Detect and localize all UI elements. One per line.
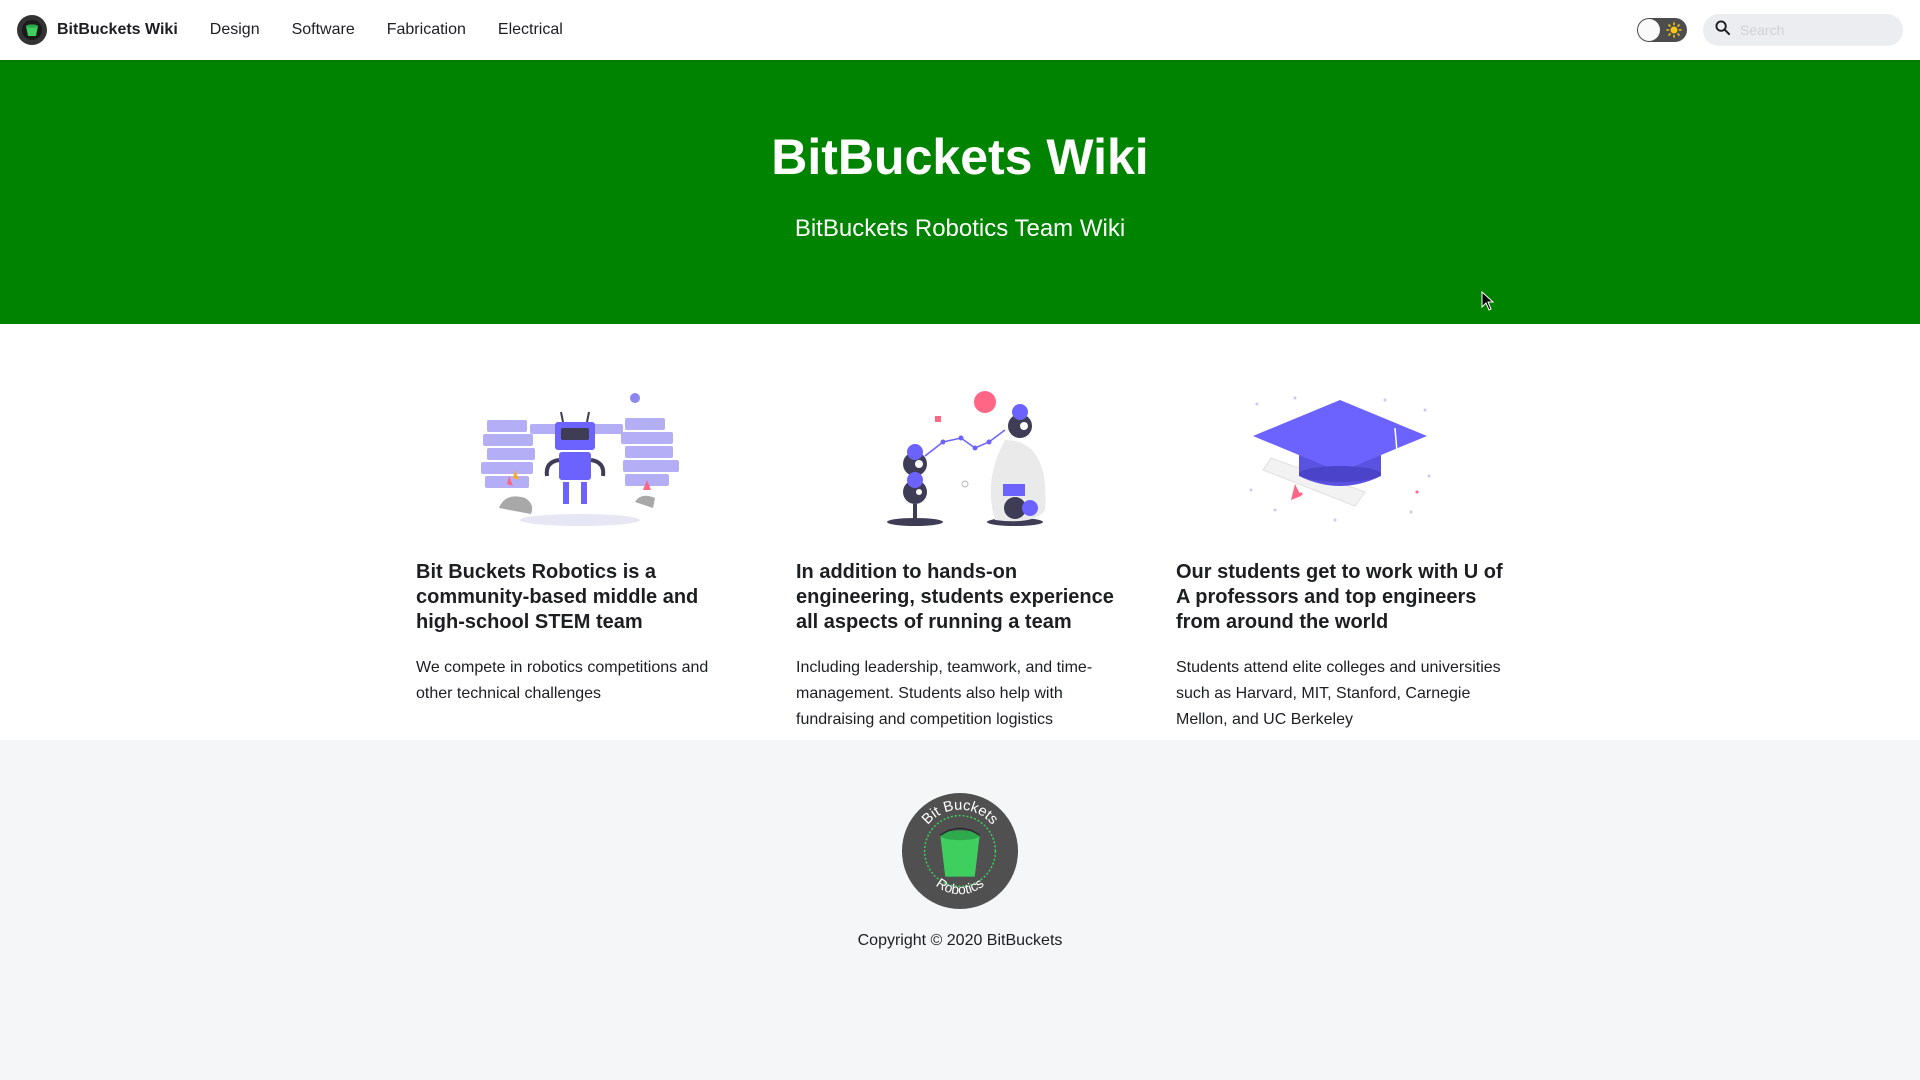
feature-title: In addition to hands-on engineering, stu… bbox=[796, 561, 1114, 633]
sun-icon bbox=[1666, 22, 1682, 43]
nav-link-electrical[interactable]: Electrical bbox=[482, 0, 579, 60]
feature-description: Including leadership, teamwork, and time… bbox=[796, 659, 1093, 728]
hero-subtitle: BitBuckets Robotics Team Wiki bbox=[794, 215, 1126, 242]
feature-card: Our students get to work with U of A pro… bbox=[1150, 380, 1530, 740]
feature-title: Our students get to work with U of A pro… bbox=[1176, 561, 1503, 633]
graduation-cap-illustration-icon bbox=[1176, 380, 1504, 530]
nav-link-fabrication[interactable]: Fabrication bbox=[371, 0, 482, 60]
mouse-cursor-icon bbox=[1481, 290, 1495, 316]
search-icon bbox=[1715, 20, 1731, 40]
navbar-right bbox=[1637, 14, 1903, 46]
dark-mode-toggle[interactable] bbox=[1637, 18, 1687, 42]
feature-description: We compete in robotics competitions and … bbox=[416, 659, 709, 702]
hero-title: BitBuckets Wiki bbox=[771, 129, 1149, 185]
robot-illustration-icon bbox=[416, 380, 744, 530]
top-navbar: BitBuckets Wiki Design Software Fabricat… bbox=[0, 0, 1920, 60]
feature-card: Bit Buckets Robotics is a community-base… bbox=[390, 380, 770, 740]
feature-card: In addition to hands-on engineering, stu… bbox=[770, 380, 1150, 740]
bucket-logo-icon bbox=[17, 15, 47, 45]
brand-title: BitBuckets Wiki bbox=[57, 21, 178, 38]
toggle-knob bbox=[1638, 19, 1660, 41]
brand-link[interactable]: BitBuckets Wiki bbox=[17, 15, 178, 45]
nav-link-software[interactable]: Software bbox=[276, 0, 371, 60]
team-illustration-icon bbox=[796, 380, 1124, 530]
footer: Bit Buckets Robotics Copyright © 2020 Bi… bbox=[0, 740, 1920, 1080]
nav-link-design[interactable]: Design bbox=[194, 0, 276, 60]
search-input[interactable] bbox=[1738, 21, 1892, 39]
hero-banner: BitBuckets Wiki BitBuckets Robotics Team… bbox=[0, 60, 1920, 324]
feature-description: Students attend elite colleges and unive… bbox=[1176, 659, 1501, 728]
feature-title: Bit Buckets Robotics is a community-base… bbox=[416, 561, 699, 633]
features-section: Bit Buckets Robotics is a community-base… bbox=[0, 324, 1920, 740]
copyright-text: Copyright © 2020 BitBuckets bbox=[857, 932, 1063, 949]
search-box[interactable] bbox=[1703, 14, 1903, 46]
bit-buckets-robotics-logo: Bit Buckets Robotics bbox=[901, 792, 1019, 910]
